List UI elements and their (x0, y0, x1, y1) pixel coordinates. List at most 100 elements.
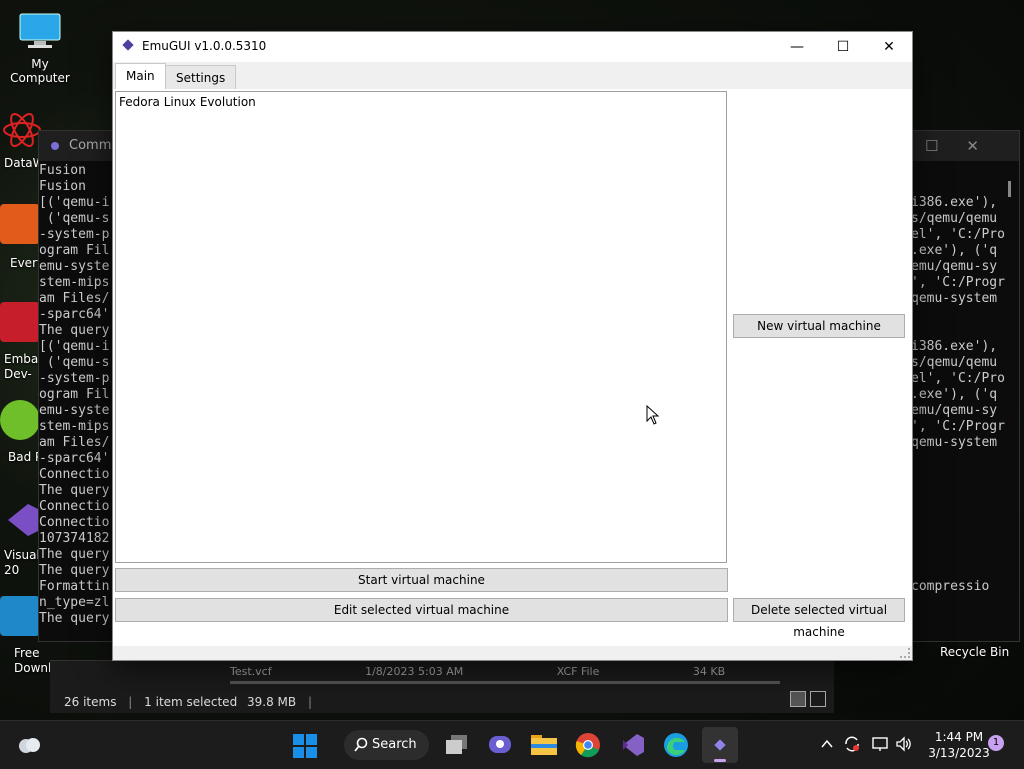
details-view-icon[interactable] (790, 691, 806, 707)
explorer-horizontal-scrollbar[interactable] (230, 681, 780, 684)
visual-studio-icon (8, 504, 38, 536)
close-button[interactable]: ✕ (866, 32, 912, 62)
status-item-count: 26 items (64, 695, 117, 709)
desktop-icon-label: Recycle Bin (940, 645, 1010, 659)
edit-vm-button[interactable]: Edit selected virtual machine (115, 598, 728, 622)
terminal-line: Connectio (39, 467, 110, 482)
terminal-line: i386.exe'), (911, 195, 998, 210)
terminal-line: Fusion (39, 163, 86, 178)
terminal-scrollbar[interactable] (1008, 181, 1011, 197)
terminal-line: emu/qemu-sy (911, 403, 998, 418)
main-tab-panel: Fedora Linux Evolution New virtual machi… (113, 89, 912, 646)
terminal-line: Connectio (39, 499, 110, 514)
terminal-line: Connectio (39, 515, 110, 530)
terminal-line: [('qemu-i (39, 195, 110, 210)
terminal-line: The query (39, 563, 110, 578)
terminal-line: qemu-system (911, 291, 998, 306)
emugui-taskbar-button[interactable] (702, 727, 738, 763)
file-row[interactable]: Test.vcf 1/8/2023 5:03 AM XCF File 34 KB (230, 665, 815, 678)
file-size: 34 KB (692, 665, 726, 678)
terminal-line: -system-p (39, 227, 110, 242)
terminal-line: .exe'), ('q (911, 243, 998, 258)
terminal-line: The query (39, 483, 110, 498)
network-icon[interactable] (871, 735, 889, 753)
terminal-line: The query (39, 323, 110, 338)
search-label: Search (372, 737, 417, 752)
terminal-window-controls[interactable]: ☐✕ (925, 137, 1007, 155)
tab-bar: Main Settings (113, 62, 912, 90)
desktop-icon-my-computer[interactable]: My Computer (0, 12, 80, 85)
terminal-line: emu-syste (39, 259, 110, 274)
edge-icon[interactable] (663, 732, 689, 758)
desktop-icon-label: My Computer (10, 57, 70, 85)
terminal-line: -sparc64' (39, 307, 110, 322)
emugui-taskbar-icon (714, 739, 726, 751)
terminal-line: The query (39, 611, 110, 626)
chevron-up-icon[interactable] (820, 738, 834, 750)
taskbar-search[interactable]: Search (344, 730, 429, 760)
tab-main[interactable]: Main (115, 63, 166, 90)
tab-settings[interactable]: Settings (165, 65, 237, 89)
notification-badge[interactable]: 1 (988, 735, 1004, 751)
task-view-icon[interactable] (444, 733, 470, 757)
emugui-app-icon (122, 39, 134, 51)
window-status-strip (113, 646, 912, 660)
terminal-line: ', 'C:/Progr (911, 419, 1005, 434)
embarcadero-icon (0, 302, 40, 342)
maximize-button[interactable]: ☐ (820, 32, 866, 62)
terminal-line: ogram Fil (39, 387, 110, 402)
vm-list[interactable]: Fedora Linux Evolution (115, 91, 727, 563)
terminal-line: Formattin (39, 579, 110, 594)
start-vm-button[interactable]: Start virtual machine (115, 568, 728, 592)
delete-vm-button[interactable]: Delete selected virtual machine (733, 598, 905, 639)
start-icon[interactable] (292, 733, 318, 759)
terminal-line: el', 'C:/Pro (911, 227, 1005, 242)
terminal-line: [('qemu-i (39, 339, 110, 354)
view-toggle (786, 691, 826, 711)
volume-icon[interactable] (895, 735, 913, 753)
terminal-line: .exe'), ('q (911, 387, 998, 402)
window-title: EmuGUI v1.0.0.5310 (142, 39, 267, 53)
file-date: 1/8/2023 5:03 AM (365, 665, 464, 678)
terminal-line: i386.exe'), (911, 339, 998, 354)
chrome-icon[interactable] (575, 732, 601, 758)
terminal-line: compressio (911, 579, 990, 594)
file-name: Test.vcf (230, 665, 272, 678)
weather-icon[interactable] (16, 734, 42, 756)
minimize-button[interactable]: — (774, 32, 820, 62)
new-vm-button[interactable]: New virtual machine (733, 314, 905, 338)
emugui-window[interactable]: EmuGUI v1.0.0.5310 — ☐ ✕ Main Settings F… (112, 31, 913, 661)
window-titlebar[interactable]: EmuGUI v1.0.0.5310 — ☐ ✕ (113, 32, 912, 62)
search-icon (354, 737, 368, 752)
download-manager-icon (0, 596, 40, 636)
file-explorer-icon[interactable] (530, 732, 558, 756)
terminal-line: am Files/ (39, 435, 110, 450)
tiles-view-icon[interactable] (810, 691, 826, 707)
resize-grip-icon[interactable] (900, 648, 910, 658)
status-size: 39.8 MB (247, 695, 297, 709)
taskbar: Search 1:44 PM 3/13/2023 1 (0, 720, 1024, 769)
visual-studio-taskbar-icon[interactable] (619, 732, 645, 758)
explorer-status-bar: 26 items | 1 item selected 39.8 MB | (64, 695, 313, 709)
clock-date: 3/13/2023 (928, 746, 990, 760)
desktop-icon-label: Visual 20 (4, 548, 40, 577)
terminal-app-icon (51, 142, 59, 150)
file-explorer-window[interactable]: Test.vcf 1/8/2023 5:03 AM XCF File 34 KB… (50, 660, 834, 713)
sync-icon[interactable] (843, 735, 861, 753)
vm-list-item[interactable]: Fedora Linux Evolution (119, 95, 256, 109)
desktop-icon-recycle-bin[interactable]: Recycle Bin (940, 645, 1009, 659)
terminal-line: emu-syste (39, 403, 110, 418)
terminal-line: s/qemu/qemu (911, 211, 998, 226)
terminal-line: -sparc64' (39, 451, 110, 466)
game-icon (0, 400, 40, 440)
teams-chat-icon[interactable] (487, 733, 513, 757)
